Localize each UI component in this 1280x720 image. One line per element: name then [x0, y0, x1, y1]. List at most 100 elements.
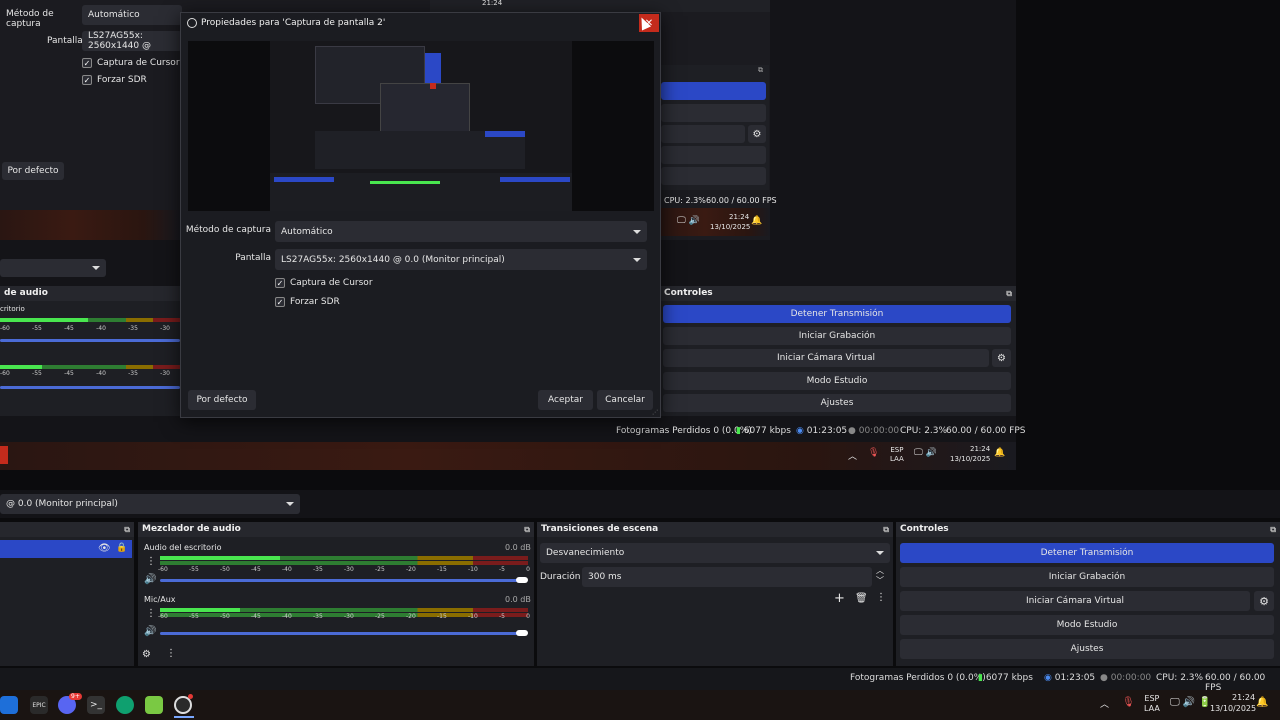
desktop-audio-menu-icon[interactable]: ⋮ [146, 556, 156, 567]
bitrate: ▮ 6077 kbps [978, 673, 1033, 683]
source-preview [188, 41, 654, 211]
mic-audio-menu-icon[interactable]: ⋮ [146, 608, 156, 619]
start-virtual-camera-button[interactable]: Iniciar Cámara Virtual [900, 591, 1250, 611]
minecraft-icon[interactable] [145, 696, 163, 714]
mic-audio-volume-knob[interactable] [516, 630, 528, 636]
dialog-titlebar[interactable]: Propiedades para 'Captura de pantalla 2' [181, 13, 660, 33]
notification-icon[interactable]: 🔔 [1256, 697, 1268, 708]
accept-button[interactable]: Aceptar [538, 390, 593, 410]
epic-games-icon[interactable]: EPIC [30, 696, 48, 714]
bg-inner-tray-icons: 🖵 🔊 [677, 216, 700, 226]
preview-image [270, 41, 572, 211]
bg-inner-time: 21:24 [482, 0, 503, 7]
bg-mirror-stream-time: ◉ 01:23:05 [796, 426, 848, 436]
terminal-icon[interactable]: >_ [87, 696, 105, 714]
settings-button[interactable]: Ajustes [900, 639, 1274, 659]
trash-icon[interactable]: 🗑 [855, 593, 868, 604]
stream-time: ◉ 01:23:05 [1044, 673, 1096, 683]
source-item-selected[interactable] [0, 540, 132, 558]
duration-input[interactable]: 300 ms [582, 567, 872, 587]
controls-head: Controles ⧉ [896, 522, 1280, 537]
bg-inner-cpu: CPU: 2.3% [664, 196, 706, 205]
bg-mirror-settings: Ajustes [663, 394, 1011, 412]
bg-mirror-tray-date: 13/10/2025 [950, 455, 991, 463]
desktop-audio-speaker-icon[interactable]: 🔊 [144, 574, 156, 585]
bg-inner-tray-time: 21:24 [729, 213, 750, 221]
bg-inner-fps: 60.00 / 60.00 FPS [706, 196, 777, 205]
cpu-usage: CPU: 2.3% [1156, 673, 1204, 683]
mic-audio-scale: -60 -55 -50 -45 -40 -35 -30 -25 -20 -15 -10 -5 0 [158, 613, 530, 620]
bg-mirror-scale-2: -60 -55 -45 -40 -35 -30 [0, 370, 170, 377]
add-transition-icon[interactable]: + [834, 591, 845, 606]
network-volume-icons[interactable]: 🖵 🔊 🔋 [1170, 697, 1211, 708]
eye-icon[interactable]: 👁 [98, 543, 111, 554]
bg-inner-start-vcam [661, 125, 745, 143]
bg-inner-start-record [661, 104, 766, 122]
bg-mirror-mic-icon: 🎙 [868, 448, 880, 458]
transition-dropdown[interactable]: Desvanecimiento [540, 543, 890, 563]
transitions-head: Transiciones de escena ⧉ [537, 522, 893, 537]
bg-mirror-start-record: Iniciar Grabación [663, 327, 1011, 345]
screen-dropdown[interactable]: LS27AG55x: 2560x1440 @ 0.0 (Monitor prin… [275, 249, 647, 270]
mic-tray-icon[interactable]: 🎙 [1122, 697, 1135, 708]
resize-grip-icon[interactable]: ⋰ [652, 409, 658, 416]
start-record-button[interactable]: Iniciar Grabación [900, 567, 1274, 587]
bg-cursor-checkbox: ✓ Captura de Cursor [82, 58, 180, 68]
obs-recording-dot [188, 694, 193, 699]
obs-logo-icon [187, 18, 197, 28]
dropped-frames: Fotogramas Perdidos 0 (0.0%) [850, 673, 986, 683]
mic-audio-volume-slider[interactable] [160, 632, 522, 635]
bg-inner-float-icon: ⧉ [758, 66, 763, 74]
bg-mirror-studio-mode: Modo Estudio [663, 372, 1011, 390]
bg-mirror-audio-head: de audio [0, 286, 180, 301]
bg-mirror-stop-stream: Detener Transmisión [663, 305, 1011, 323]
bg-strip-left [0, 210, 180, 240]
bg-mirror-taskbar [0, 442, 1016, 470]
transition-menu-icon[interactable]: ⋮ [876, 592, 886, 603]
capture-method-dropdown[interactable]: Automático [275, 221, 647, 242]
desktop-audio-volume-knob[interactable] [516, 577, 528, 583]
keyboard-language[interactable]: ESP LAA [1144, 694, 1160, 714]
bg-screen-dropdown: LS27AG55x: 2560x1440 @ [82, 31, 182, 51]
edge-icon[interactable] [116, 696, 134, 714]
desktop-audio-label: Audio del escritorio [144, 543, 222, 552]
screen-label: Pantalla [235, 253, 271, 263]
force-sdr-checkbox[interactable]: ✓ Forzar SDR [275, 297, 340, 307]
stop-stream-button[interactable]: Detener Transmisión [900, 543, 1274, 563]
bg-inner-notify-icon: 🔔 [751, 216, 763, 226]
record-time: ● 00:00:00 [1100, 673, 1152, 683]
bg-mirror-chevron-up-icon: ︿ [848, 452, 858, 462]
dialog-title: Propiedades para 'Captura de pantalla 2' [201, 18, 386, 28]
mixer-menu-icon[interactable]: ⋮ [166, 648, 176, 659]
cancel-button[interactable]: Cancelar [597, 390, 653, 410]
chevron-up-icon[interactable]: ︿ [1100, 697, 1109, 710]
bg-mirror-app-icon [0, 446, 8, 464]
bg-inner-tray-date: 13/10/2025 [710, 223, 751, 231]
clock-date[interactable]: 13/10/2025 [1210, 704, 1256, 713]
mixer-advanced-icon[interactable]: ⚙ [142, 649, 151, 660]
cursor-capture-checkbox[interactable]: ✓ Captura de Cursor [275, 278, 373, 288]
sources-panel-head: ⧉ [0, 522, 134, 537]
desktop-audio-meter-r [160, 561, 528, 565]
bg-sdr-checkbox: ✓ Forzar SDR [82, 75, 147, 85]
clock-time[interactable]: 21:24 [1232, 693, 1255, 702]
studio-mode-button[interactable]: Modo Estudio [900, 615, 1274, 635]
mic-audio-speaker-icon[interactable]: 🔊 [144, 626, 156, 637]
bg-defaults-button: Por defecto [2, 162, 64, 180]
bg-mirror-rec-time: ● 00:00:00 [848, 426, 900, 436]
desktop-audio-volume-slider[interactable] [160, 579, 522, 582]
bg-inner-settings [661, 167, 766, 185]
defaults-button[interactable]: Por defecto [188, 390, 256, 410]
virtual-camera-gear-icon[interactable]: ⚙ [1254, 591, 1274, 611]
capture-method-label: Método de captura [185, 225, 271, 235]
lock-icon[interactable]: 🔒 [116, 543, 127, 553]
bg-mirror-tray-time: 21:24 [970, 445, 991, 453]
start-icon[interactable] [0, 696, 18, 714]
bg-capture-method-label: Método de captura [6, 9, 54, 29]
source-monitor-dropdown[interactable]: @ 0.0 (Monitor principal) [0, 494, 300, 514]
bg-mirror-dropdown [0, 259, 106, 277]
duration-stepper[interactable]: ︿ ﹀ [876, 566, 884, 586]
bg-inner-titlebar [430, 0, 770, 12]
bg-mirror-cpu: CPU: 2.3% [900, 426, 948, 436]
obs-active-indicator [174, 716, 194, 718]
